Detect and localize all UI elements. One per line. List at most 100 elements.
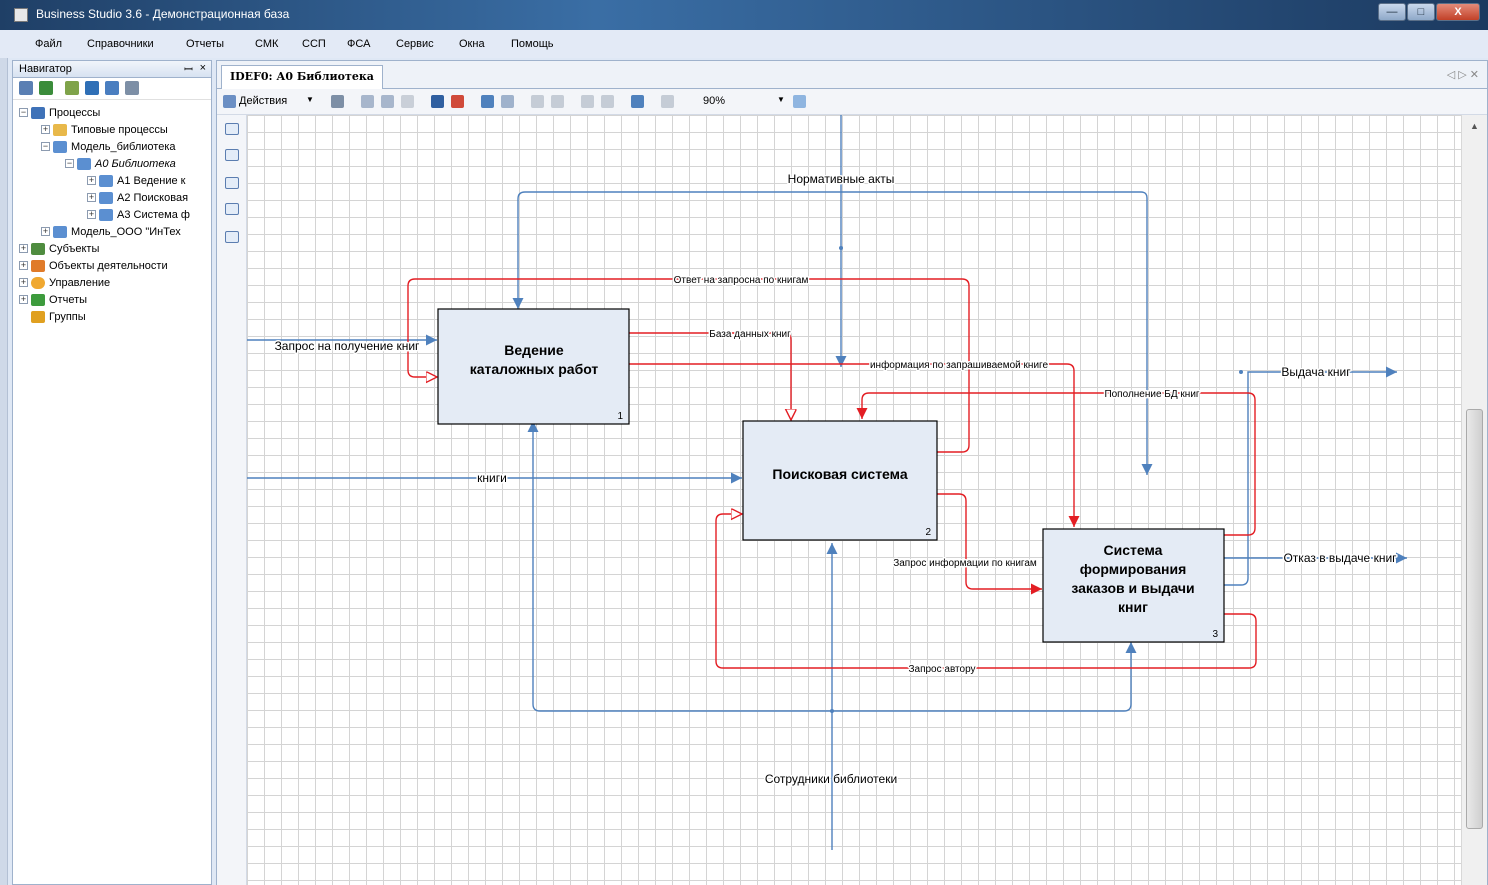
tree-node[interactable]: + А3 Система ф xyxy=(87,206,190,223)
last-icon[interactable] xyxy=(601,95,614,108)
menu-windows[interactable]: Окна xyxy=(459,38,485,50)
edit-icon[interactable] xyxy=(331,95,344,108)
prev-icon[interactable] xyxy=(531,95,544,108)
up-icon[interactable] xyxy=(481,95,494,108)
refresh-icon[interactable] xyxy=(39,81,53,95)
menu-bar: Файл Справочники Отчеты СМК ССП ФСА Серв… xyxy=(0,30,1488,58)
actions-icon xyxy=(223,95,236,108)
edit-icon[interactable] xyxy=(19,81,33,95)
first-icon[interactable] xyxy=(581,95,594,108)
app-icon xyxy=(14,8,28,22)
add-icon[interactable] xyxy=(65,81,79,95)
box-tool-icon[interactable] xyxy=(225,149,239,161)
window-title: Business Studio 3.6 - Демонстрационная б… xyxy=(36,7,290,21)
menu-ssp[interactable]: ССП xyxy=(302,38,326,50)
tree-view-icon[interactable] xyxy=(105,81,119,95)
pin-icon[interactable]: ꟷ xyxy=(184,62,193,77)
print-icon[interactable] xyxy=(125,81,139,95)
tree-node[interactable]: + Объекты деятельности xyxy=(19,257,168,274)
maximize-button[interactable]: □ xyxy=(1407,3,1435,21)
window-controls: — □ X xyxy=(1378,3,1480,21)
down-icon[interactable] xyxy=(501,95,514,108)
image-icon[interactable] xyxy=(381,95,394,108)
zoom-select[interactable]: 90% xyxy=(703,95,725,107)
minimize-button[interactable]: — xyxy=(1378,3,1406,21)
next-icon[interactable] xyxy=(551,95,564,108)
connector-icon[interactable] xyxy=(225,123,239,135)
model-icon xyxy=(53,225,67,238)
window-titlebar: Business Studio 3.6 - Демонстрационная б… xyxy=(0,0,1488,30)
navigator-header: Навигатор ꟷ × xyxy=(13,61,211,78)
folder-icon xyxy=(53,123,67,136)
link-icon[interactable] xyxy=(361,95,374,108)
fit-icon[interactable] xyxy=(793,95,806,108)
tree-node[interactable]: − Модель_библиотека xyxy=(41,138,176,155)
diagram-canvas[interactable]: Ведение каталожных работ 1 Поисковая сис… xyxy=(247,115,1461,885)
tree-node[interactable]: + Отчеты xyxy=(19,291,87,308)
tree-node[interactable]: + А2 Поисковая xyxy=(87,189,188,206)
arrow-info-request xyxy=(937,493,1042,595)
arrow-tool-icon[interactable] xyxy=(225,177,239,189)
menu-smk[interactable]: СМК xyxy=(255,38,278,50)
label-refusal: Отказ в выдаче книг xyxy=(1283,551,1397,565)
box-2-number: 2 xyxy=(925,527,931,538)
scroll-up-icon[interactable]: ▲ xyxy=(1470,121,1479,131)
tree-node[interactable]: + Субъекты xyxy=(19,240,99,257)
tree-node[interactable]: Группы xyxy=(31,308,86,325)
label-info-request: Запрос информации по книгам xyxy=(893,557,1037,569)
function-box-1: Ведение каталожных работ 1 xyxy=(437,308,630,425)
tree-node[interactable]: + Типовые процессы xyxy=(41,121,168,138)
box-3-label-line: формирования xyxy=(1080,561,1187,577)
label-db: База данных книг xyxy=(709,329,791,340)
brush-icon[interactable] xyxy=(401,95,414,108)
box-3-label-line: книг xyxy=(1118,599,1148,615)
menu-help[interactable]: Помощь xyxy=(511,38,554,50)
text-tool-icon[interactable] xyxy=(225,203,239,215)
menu-service[interactable]: Сервис xyxy=(396,38,434,50)
arrow-db xyxy=(629,332,791,420)
tree-node[interactable]: + А1 Ведение к xyxy=(87,172,185,189)
document-tabs: IDEF0: А0 Библиотека ◁ ▷ ✕ xyxy=(217,61,1487,89)
filter-icon[interactable] xyxy=(85,81,99,95)
label-replenish: Пополнение БД книг xyxy=(1104,389,1199,400)
box-3-label-line: заказов и выдачи xyxy=(1071,580,1194,596)
tree-node[interactable]: − А0 Библиотека xyxy=(65,155,176,172)
decompose-icon[interactable] xyxy=(225,231,239,243)
menu-references[interactable]: Справочники xyxy=(87,38,154,50)
reports-icon xyxy=(31,293,45,306)
navigator-toolbar xyxy=(13,78,211,100)
menu-file[interactable]: Файл xyxy=(35,38,62,50)
process-icon xyxy=(77,157,91,170)
tree-node[interactable]: + Управление xyxy=(19,274,110,291)
diagram-side-toolbar xyxy=(217,115,247,885)
vertical-scrollbar[interactable]: ▲ xyxy=(1461,115,1487,885)
scrollbar-thumb[interactable] xyxy=(1466,409,1483,829)
chevron-down-icon[interactable]: ▼ xyxy=(306,95,314,104)
tab-navigation[interactable]: ◁ ▷ ✕ xyxy=(1447,68,1479,81)
menu-fsa[interactable]: ФСА xyxy=(347,38,370,50)
box-3-number: 3 xyxy=(1212,629,1218,640)
chevron-down-icon[interactable]: ▼ xyxy=(777,95,785,104)
actions-menu[interactable]: Действия xyxy=(239,95,287,107)
close-button[interactable]: X xyxy=(1436,3,1480,21)
box-1-label-line: Ведение xyxy=(504,342,564,358)
label-author-request: Запрос автору xyxy=(908,664,975,675)
tree-node[interactable]: + Модель_ООО "ИнТех xyxy=(41,223,181,240)
document-area: IDEF0: А0 Библиотека ◁ ▷ ✕ Действия ▼ 90… xyxy=(216,60,1488,885)
model-icon xyxy=(53,140,67,153)
tree-node[interactable]: − Процессы xyxy=(19,104,100,121)
label-staff: Сотрудники библиотеки xyxy=(765,772,897,786)
label-request: Запрос на получение книг xyxy=(275,339,420,353)
tab-idef0-a0[interactable]: IDEF0: А0 Библиотека xyxy=(221,65,383,89)
menu-reports[interactable]: Отчеты xyxy=(186,38,224,50)
arrow-staff-box3 xyxy=(832,642,1137,712)
box-3-label-line: Система xyxy=(1104,542,1163,558)
close-icon[interactable]: × xyxy=(200,62,206,74)
function-box-3: Система формирования заказов и выдачи кн… xyxy=(1042,528,1225,643)
layout-icon[interactable] xyxy=(631,95,644,108)
process-icon xyxy=(99,174,113,187)
idef0-diagram: Ведение каталожных работ 1 Поисковая сис… xyxy=(247,115,1407,850)
validate-icon[interactable] xyxy=(451,95,464,108)
save-icon[interactable] xyxy=(431,95,444,108)
view-icon[interactable] xyxy=(661,95,674,108)
